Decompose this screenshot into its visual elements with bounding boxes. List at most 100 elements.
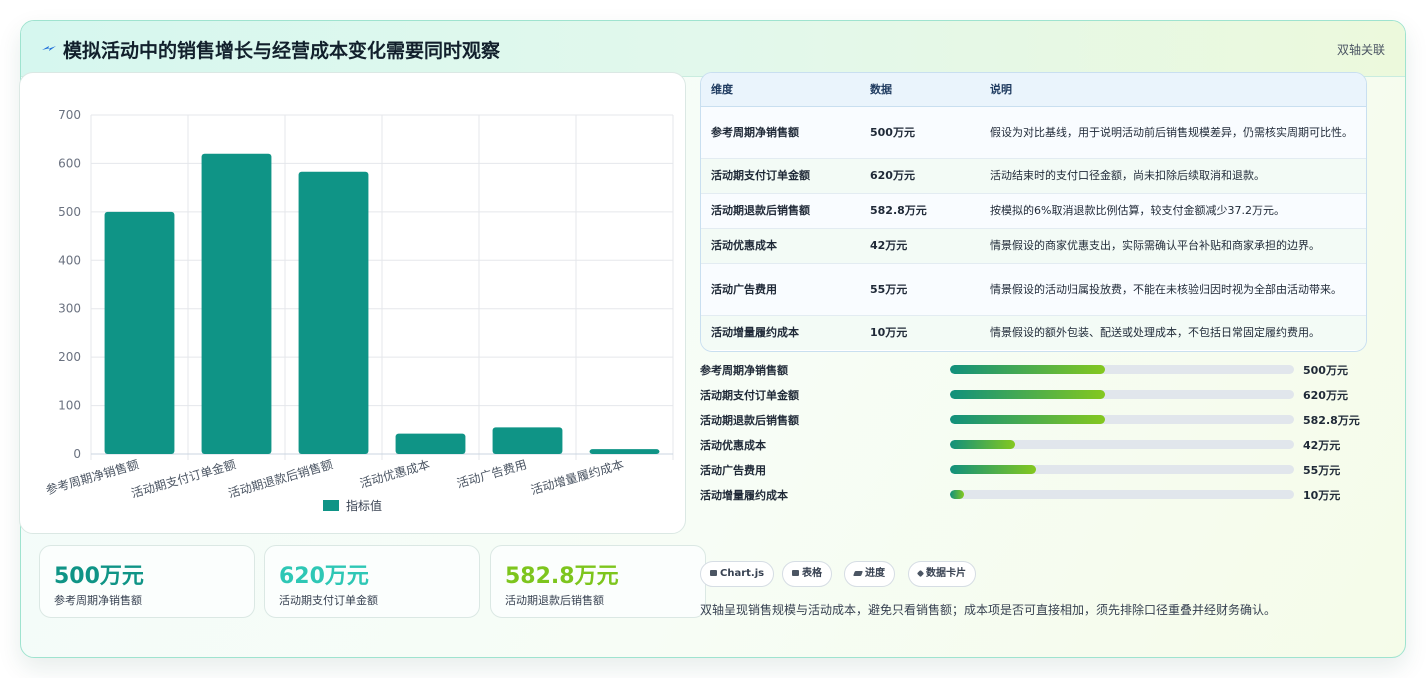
chip-label: Chart.js (720, 568, 765, 579)
chart-icon (710, 570, 717, 576)
chip-label: 进度 (865, 568, 885, 579)
table-header-data: 数据 (860, 73, 980, 107)
y-tick-label: 500 (58, 205, 81, 219)
table-cell-description: 情景假设的额外包装、配送或处理成本，不包括日常固定履约费用。 (990, 326, 1320, 340)
progress-row: 参考周期净销售额 500万元 (700, 362, 1367, 378)
y-tick-label: 200 (58, 350, 81, 364)
table-cell-data: 620万元 (860, 158, 980, 194)
table-cell-dimension: 活动期支付订单金额 (701, 158, 860, 194)
kpi-value: 620万元 (279, 564, 369, 589)
bar (104, 211, 175, 454)
table-cell-data: 500万元 (860, 106, 980, 159)
table-row: 活动增量履约成本 10万元 情景假设的额外包装、配送或处理成本，不包括日常固定履约费… (701, 315, 1366, 350)
y-tick-label: 700 (58, 108, 81, 122)
progress-track (950, 490, 1294, 499)
table-cell-dimension: 参考周期净销售额 (701, 106, 860, 159)
chip-4[interactable]: 数据卡片 (908, 561, 976, 587)
kpi-card: 620万元 活动期支付订单金额 (264, 545, 480, 618)
progress-fill (950, 365, 1105, 374)
progress-label: 活动期支付订单金额 (700, 389, 799, 402)
progress-track (950, 465, 1294, 474)
progress-fill (950, 390, 1105, 399)
x-tick-label: 活动增量履约成本 (529, 456, 625, 497)
table-cell-data: 582.8万元 (860, 193, 980, 229)
table-cell-data: 55万元 (860, 263, 980, 316)
sparkle-icon (916, 569, 925, 578)
bar-chart-panel: 0 100 200 300 400 500 600 700 参考周期净销售额 活动期支付订单金额活… (19, 72, 686, 534)
x-tick-label: 活动期支付订单金额 (129, 456, 237, 500)
table-icon (792, 570, 799, 576)
table-cell-description: 情景假设的活动归属投放费，不能在未核验归因时视为全部由活动带来。 (980, 263, 1366, 316)
table-cell-description: 假设为对比基线，用于说明活动前后销售规模差异，仍需核实周期可比性。 (980, 106, 1366, 159)
progress-row: 活动广告费用 55万元 (700, 462, 1367, 478)
progress-fill (950, 490, 964, 499)
y-tick-label: 400 (58, 253, 81, 267)
progress-value: 620万元 (1303, 389, 1348, 402)
chip-3[interactable]: 进度 (844, 561, 895, 587)
chip-2[interactable]: 表格 (782, 561, 832, 587)
table-cell-description: 按模拟的6%取消退款比例估算，较支付金额减少37.2万元。 (980, 193, 1366, 229)
table-header-row: 维度 数据 说明 (701, 73, 1366, 107)
kpi-label: 参考周期净销售额 (54, 594, 142, 607)
legend-swatch (323, 500, 339, 511)
table-row: 活动广告费用 55万元 情景假设的活动归属投放费，不能在未核验归因时视为全部由活动带… (701, 263, 1366, 316)
legend-label: 指标值 (346, 498, 382, 513)
progress-fill (950, 415, 1105, 424)
bar-chart: 0100200300400500600700参考周期净销售额活动期支付订单金额活… (44, 108, 674, 513)
progress-label: 活动优惠成本 (700, 439, 766, 452)
bar (589, 449, 660, 454)
table-cell-description: 活动结束时的支付口径金额，尚未扣除后续取消和退款。 (980, 158, 1366, 194)
progress-track (950, 390, 1294, 399)
kpi-value: 582.8万元 (505, 564, 619, 589)
x-tick-label: 参考周期净销售额 (44, 456, 140, 497)
progress-row: 活动增量履约成本 10万元 (700, 487, 1367, 503)
table-row: 参考周期净销售额 500万元 假设为对比基线，用于说明活动前后销售规模差异，仍需核实… (701, 106, 1366, 159)
progress-value: 500万元 (1303, 364, 1348, 377)
progress-value: 582.8万元 (1303, 414, 1360, 427)
kpi-value: 500万元 (54, 564, 144, 589)
x-tick-label: 活动优惠成本 (358, 457, 431, 490)
bar (201, 153, 272, 454)
progress-fill (950, 440, 1016, 449)
progress-row: 活动期退款后销售额 582.8万元 (700, 412, 1367, 428)
progress-track (950, 365, 1294, 374)
x-tick-label: 活动广告费用 (455, 457, 528, 490)
kpi-label: 活动期退款后销售额 (505, 594, 604, 607)
y-tick-label: 0 (73, 447, 81, 461)
bar (298, 171, 369, 454)
progress-label: 活动广告费用 (700, 464, 766, 477)
table-row: 活动期退款后销售额 582.8万元 按模拟的6%取消退款比例估算，较支付金额减少37… (701, 193, 1366, 229)
table-row: 活动期支付订单金额 620万元 活动结束时的支付口径金额，尚未扣除后续取消和退款。 (701, 158, 1366, 194)
y-tick-label: 100 (58, 399, 81, 413)
progress-icon (853, 571, 863, 576)
y-tick-label: 300 (58, 302, 81, 316)
table-cell-dimension: 活动增量履约成本 (711, 326, 799, 340)
page-title: 模拟活动中的销售增长与经营成本变化需要同时观察 (63, 40, 501, 62)
bar (492, 427, 563, 454)
data-table: 维度 数据 说明 参考周期净销售额 500万元 假设为对比基线，用于说明活动前后销售… (700, 72, 1367, 352)
progress-value: 42万元 (1303, 439, 1341, 452)
progress-track (950, 440, 1294, 449)
header-bar: 模拟活动中的销售增长与经营成本变化需要同时观察 双轴关联 (21, 21, 1405, 77)
table-cell-description: 情景假设的商家优惠支出，实际需确认平台补贴和商家承担的边界。 (980, 228, 1366, 264)
y-tick-label: 600 (58, 156, 81, 170)
chip-label: 表格 (802, 568, 822, 579)
progress-label: 活动期退款后销售额 (700, 414, 799, 427)
progress-label: 活动增量履约成本 (700, 489, 788, 502)
progress-row: 活动优惠成本 42万元 (700, 437, 1367, 453)
table-cell-dimension: 活动广告费用 (701, 263, 860, 316)
kpi-card: 500万元参考周期净销售额 (39, 545, 255, 618)
progress-track (950, 415, 1294, 424)
table-header-dimension: 维度 (701, 73, 860, 107)
progress-label: 参考周期净销售额 (700, 364, 788, 377)
table-cell-data: 42万元 (860, 228, 980, 264)
x-tick-label: 活动期退款后销售额 (226, 456, 334, 500)
table-header-description: 说明 (980, 73, 1366, 107)
footer-note: 双轴呈现销售规模与活动成本，避免只看销售额；成本项是否可直接相加，须先排除口径重… (700, 603, 1277, 617)
progress-row: 活动期支付订单金额 620万元 (700, 387, 1367, 403)
chip-1[interactable]: Chart.js (700, 561, 775, 587)
table-cell-dimension: 活动期退款后销售额 (701, 193, 860, 229)
table-cell-data: 10万元 (870, 326, 908, 340)
table-row: 活动优惠成本 42万元 情景假设的商家优惠支出，实际需确认平台补贴和商家承担的边界。 (701, 228, 1366, 264)
lightning-icon (42, 46, 56, 51)
